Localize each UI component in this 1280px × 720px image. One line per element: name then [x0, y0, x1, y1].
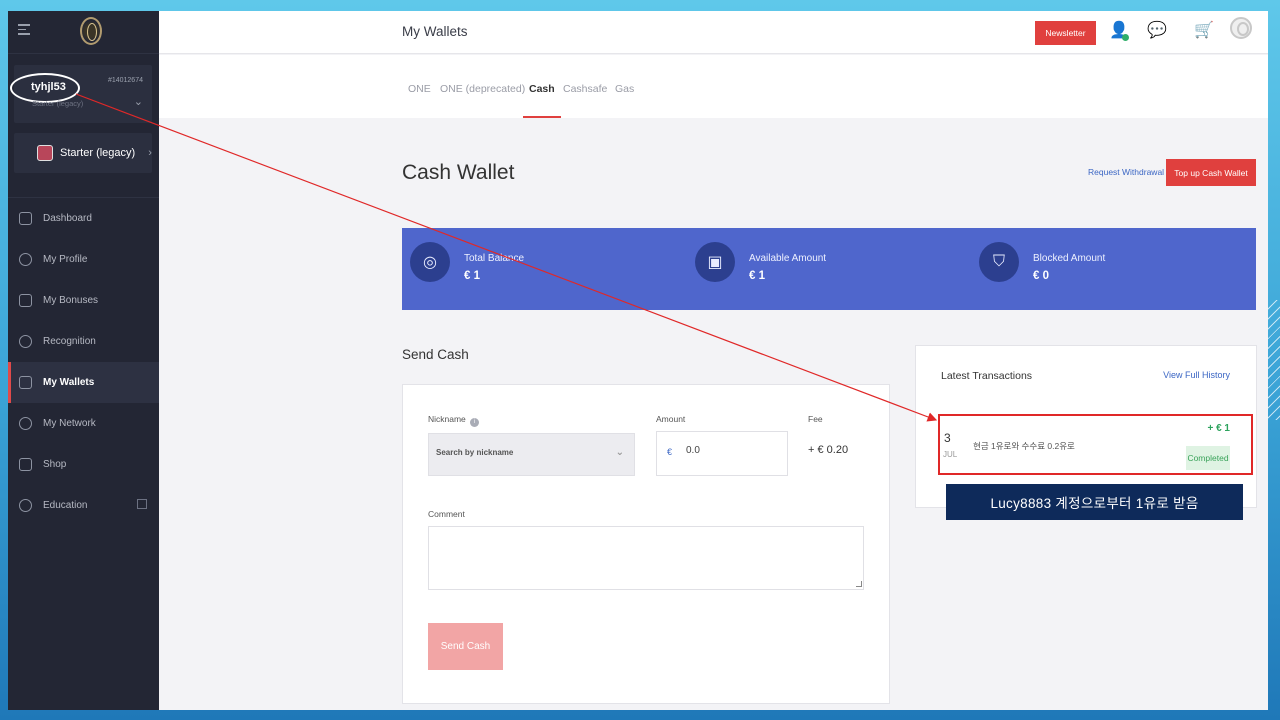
send-cash-form: Nickname i Search by nickname ⌄ Amount € …: [402, 384, 890, 704]
amount-label: Amount: [656, 414, 686, 424]
tab-cashsafe[interactable]: Cashsafe: [563, 83, 607, 95]
sidebar-item-dashboard[interactable]: Dashboard: [8, 198, 159, 239]
page-title: My Wallets: [402, 24, 468, 39]
fee-label: Fee: [808, 414, 823, 424]
chevron-down-icon[interactable]: ⌄: [134, 95, 143, 108]
annotation-caption: Lucy8883 계정으로부터 1유로 받음: [946, 484, 1243, 520]
sidebar-item-label: Education: [43, 500, 88, 511]
chat-icon[interactable]: 💬: [1147, 21, 1167, 41]
safe-icon: ▣: [695, 242, 735, 282]
brand-logo: [80, 17, 102, 45]
transactions-title: Latest Transactions: [941, 370, 1033, 382]
sidebar-item-my-bonuses[interactable]: My Bonuses: [8, 280, 159, 321]
external-link-icon: [137, 499, 147, 509]
balance-value: € 1: [464, 270, 480, 282]
user-card[interactable]: tyhjl53 #14012674 Starter (legacy) ⌄: [10, 65, 152, 123]
sidebar-item-label: My Profile: [43, 254, 88, 265]
top-header: My Wallets Newsletter 👤 💬 🛒: [159, 11, 1268, 54]
view-full-history-link[interactable]: View Full History: [1163, 370, 1230, 380]
sidebar-item-label: Dashboard: [43, 213, 92, 224]
nickname-placeholder: Search by nickname: [436, 448, 514, 457]
nickname-label: Nickname i: [428, 414, 479, 427]
transaction-day: 3: [944, 431, 951, 445]
tab-one[interactable]: ONE: [408, 83, 431, 95]
wallet-tabs: ONE ONE (deprecated) Cash Cashsafe Gas: [159, 55, 1268, 118]
sidebar-item-education[interactable]: Education: [8, 485, 159, 526]
balance-summary: ◎ Total Balance € 1 ▣ Available Amount €…: [402, 228, 1256, 310]
plan-badge-icon: [37, 145, 53, 161]
sidebar-header: [8, 11, 159, 54]
amount-field[interactable]: €: [656, 431, 788, 476]
nickname-label-text: Nickname: [428, 414, 466, 424]
info-icon[interactable]: i: [469, 418, 479, 427]
amount-input[interactable]: [686, 445, 776, 456]
sidebar-item-label: My Bonuses: [43, 295, 99, 306]
avatar[interactable]: [1230, 17, 1252, 39]
transaction-description: 현금 1유로와 수수료 0.2유로: [973, 441, 1075, 451]
network-icon: [19, 417, 32, 430]
comment-label: Comment: [428, 509, 465, 519]
cart-icon[interactable]: 🛒: [1194, 21, 1214, 41]
wallet-title: Cash Wallet: [402, 161, 515, 184]
sidebar-item-label: Shop: [43, 459, 67, 470]
sidebar: tyhjl53 #14012674 Starter (legacy) ⌄ Sta…: [8, 11, 159, 710]
request-withdrawal-link[interactable]: Request Withdrawal: [1088, 167, 1164, 177]
gift-icon: [19, 294, 32, 307]
home-icon: [19, 212, 32, 225]
top-up-button[interactable]: Top up Cash Wallet: [1166, 159, 1256, 186]
status-badge: Completed: [1186, 446, 1230, 470]
nickname-select[interactable]: Search by nickname ⌄: [428, 433, 635, 476]
sidebar-item-label: My Wallets: [43, 377, 95, 388]
sidebar-nav: Dashboard My Profile My Bonuses Recognit…: [8, 197, 159, 526]
plan-button[interactable]: Starter (legacy) ›: [14, 133, 152, 173]
balance-label: Available Amount: [749, 253, 827, 264]
tab-cash[interactable]: Cash: [523, 83, 561, 118]
coins-icon: ◎: [410, 242, 450, 282]
send-cash-button[interactable]: Send Cash: [428, 623, 503, 670]
chevron-right-icon: ›: [148, 147, 152, 159]
sidebar-item-shop[interactable]: Shop: [8, 444, 159, 485]
balance-value: € 1: [749, 270, 765, 282]
chevron-down-icon: ⌄: [615, 447, 624, 458]
plan-button-label: Starter (legacy): [60, 147, 136, 159]
user-icon: [19, 253, 32, 266]
app-window: tyhjl53 #14012674 Starter (legacy) ⌄ Sta…: [8, 11, 1268, 710]
balance-label: Blocked Amount: [1033, 253, 1106, 264]
username: tyhjl53: [31, 81, 66, 93]
transaction-amount: + € 1: [1207, 423, 1230, 434]
send-cash-title: Send Cash: [402, 347, 469, 362]
user-plan: Starter (legacy): [32, 99, 84, 108]
menu-icon[interactable]: [18, 24, 30, 36]
sidebar-item-my-wallets[interactable]: My Wallets: [8, 362, 159, 403]
education-icon: [19, 499, 32, 512]
balance-label: Total Balance: [464, 253, 525, 264]
transaction-month: JUL: [943, 450, 958, 459]
star-badge-icon: [19, 335, 32, 348]
tab-one-deprecated[interactable]: ONE (deprecated): [440, 83, 525, 95]
sidebar-item-my-profile[interactable]: My Profile: [8, 239, 159, 280]
add-user-icon[interactable]: 👤: [1109, 21, 1129, 41]
comment-input[interactable]: [428, 526, 864, 590]
currency-symbol: €: [667, 447, 673, 457]
tab-gas[interactable]: Gas: [615, 83, 634, 95]
sidebar-item-my-network[interactable]: My Network: [8, 403, 159, 444]
sidebar-item-label: Recognition: [43, 336, 96, 347]
user-id: #14012674: [107, 77, 143, 84]
cart-icon: [19, 458, 32, 471]
sidebar-item-label: My Network: [43, 418, 96, 429]
wallet-icon: [19, 376, 32, 389]
fee-value: + € 0.20: [808, 444, 849, 456]
resize-handle[interactable]: [856, 581, 862, 587]
newsletter-button[interactable]: Newsletter: [1035, 21, 1096, 45]
sidebar-item-recognition[interactable]: Recognition: [8, 321, 159, 362]
shield-icon: ⛉: [979, 242, 1019, 282]
balance-value: € 0: [1033, 270, 1049, 282]
